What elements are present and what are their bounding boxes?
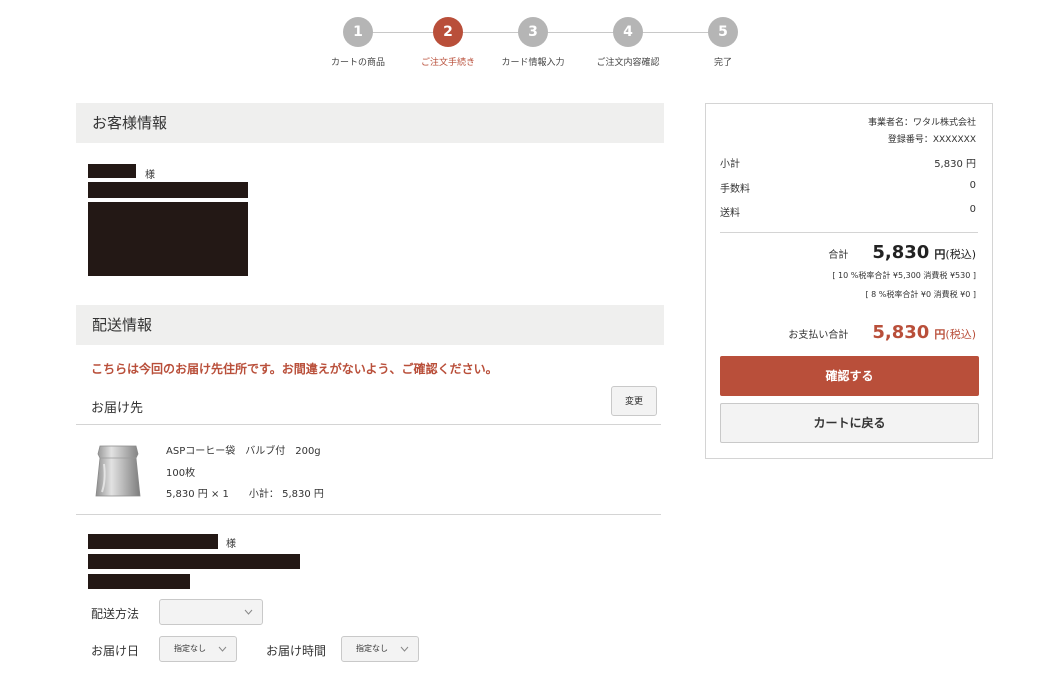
payment-total-label: お支払い合計 <box>788 330 849 341</box>
change-destination-button[interactable]: 変更 <box>611 386 657 416</box>
redacted-recipient-phone <box>88 574 190 589</box>
delivery-method-select[interactable] <box>159 599 263 625</box>
product-price-line: 5,830 円 × 1 小計： 5,830 円 <box>166 489 324 500</box>
registration-number: 登録番号：XXXXXXX <box>887 135 976 145</box>
step-2-number: 2 <box>433 17 463 47</box>
delivery-method-label: 配送方法 <box>91 607 140 621</box>
total-tax-label: (税込) <box>945 248 976 261</box>
redacted-customer-name <box>88 164 136 178</box>
payment-tax-label: (税込) <box>945 328 976 341</box>
total-label: 合計 <box>828 250 849 261</box>
subtotal-label: 小計 <box>720 159 740 170</box>
business-name: 事業者名：ワタル株式会社 <box>867 118 976 128</box>
delivery-date-value: 指定なし <box>174 644 206 653</box>
step-4-label: ご注文内容確認 <box>596 58 660 68</box>
redacted-recipient-name <box>88 534 218 549</box>
back-to-cart-button[interactable]: カートに戻る <box>720 403 979 443</box>
tax-10-breakdown: [ 10 %税率合計 ¥5,300 消費税 ¥530 ] <box>832 271 976 280</box>
step-3-number: 3 <box>518 17 548 47</box>
shipping-fee-label: 送料 <box>720 208 740 219</box>
step-1-number: 1 <box>343 17 373 47</box>
redacted-customer-detail <box>88 182 248 198</box>
confirm-button[interactable]: 確認する <box>720 356 979 396</box>
step-5-label: 完了 <box>713 58 732 68</box>
payment-total-row: お支払い合計 5,830 円(税込) <box>788 322 976 343</box>
recipient-honorific: 様 <box>226 539 236 550</box>
step-3-label: カード情報入力 <box>501 58 565 68</box>
fee-value: 0 <box>969 180 976 191</box>
divider-bottom <box>76 514 661 515</box>
destination-label: お届け先 <box>91 401 144 416</box>
step-5-number: 5 <box>708 17 738 47</box>
shipping-info-heading: 配送情報 <box>76 305 664 345</box>
delivery-time-select[interactable]: 指定なし <box>341 636 419 662</box>
redacted-recipient-address <box>88 554 300 569</box>
payment-total-amount: 5,830 <box>872 322 930 343</box>
total-row: 合計 5,830 円(税込) <box>828 242 976 263</box>
chevron-down-icon <box>400 646 409 652</box>
tax-8-breakdown: [ 8 %税率合計 ¥0 消費税 ¥0 ] <box>865 290 976 299</box>
order-summary-panel: 事業者名：ワタル株式会社 登録番号：XXXXXXX 小計 5,830 円 手数料… <box>705 103 993 459</box>
redacted-customer-address <box>88 202 248 276</box>
step-3: 3 カード情報入力 <box>483 17 583 68</box>
step-4-number: 4 <box>613 17 643 47</box>
chevron-down-icon <box>244 609 253 615</box>
divider-top <box>76 424 661 425</box>
fee-label: 手数料 <box>720 184 750 195</box>
checkout-stepper: 1 カートの商品 2 ご注文手続き 3 カード情報入力 4 ご注文内容確認 5 … <box>0 0 1046 80</box>
delivery-time-label: お届け時間 <box>266 644 327 658</box>
summary-divider <box>720 232 978 233</box>
delivery-date-label: お届け日 <box>91 644 140 658</box>
delivery-date-select[interactable]: 指定なし <box>159 636 237 662</box>
total-amount: 5,830 <box>872 242 930 263</box>
customer-honorific: 様 <box>145 170 155 181</box>
step-1-label: カートの商品 <box>330 58 385 68</box>
subtotal-value: 5,830 円 <box>934 159 976 170</box>
product-quantity: 100枚 <box>166 468 196 479</box>
step-4: 4 ご注文内容確認 <box>578 17 678 68</box>
product-name: ASPコーヒー袋 バルブ付 200g <box>166 446 321 457</box>
customer-info-heading: お客様情報 <box>76 103 664 143</box>
step-1: 1 カートの商品 <box>308 17 408 68</box>
payment-total-unit: 円 <box>934 328 946 341</box>
total-unit: 円 <box>934 248 946 261</box>
chevron-down-icon <box>218 646 227 652</box>
shipping-fee-value: 0 <box>969 204 976 215</box>
delivery-time-value: 指定なし <box>356 644 388 653</box>
step-5: 5 完了 <box>673 17 773 68</box>
shipping-notice: こちらは今回のお届け先住所です。お間違えがないよう、ご確認ください。 <box>91 362 498 376</box>
coffee-bag-image <box>95 445 141 497</box>
